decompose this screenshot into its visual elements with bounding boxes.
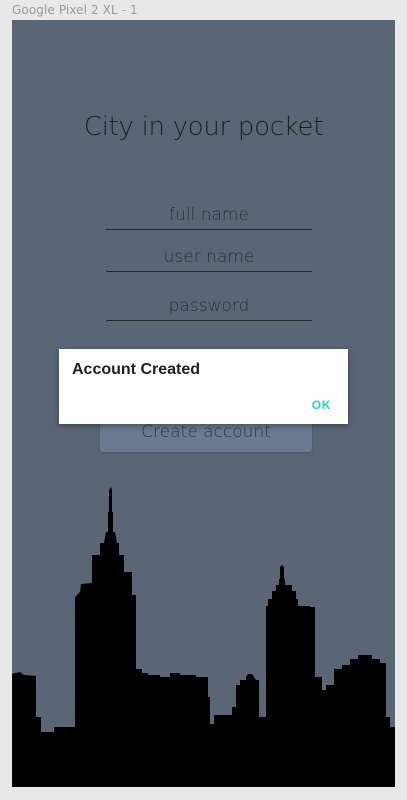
ok-button[interactable]: OK bbox=[312, 398, 331, 412]
password-field-wrapper bbox=[106, 291, 312, 321]
username-input[interactable] bbox=[106, 242, 312, 271]
app-title: City in your pocket bbox=[83, 112, 324, 142]
phone-screen: City in your pocket Create account Accou… bbox=[12, 20, 395, 787]
city-skyline-icon bbox=[12, 487, 395, 787]
fullname-field-wrapper bbox=[106, 200, 312, 230]
fullname-input[interactable] bbox=[106, 200, 312, 229]
username-field-wrapper bbox=[106, 242, 312, 272]
account-created-dialog: Account Created OK bbox=[59, 349, 348, 424]
dialog-title: Account Created bbox=[72, 361, 201, 378]
artboard-label: Google Pixel 2 XL - 1 bbox=[12, 3, 138, 17]
password-input[interactable] bbox=[106, 291, 312, 320]
